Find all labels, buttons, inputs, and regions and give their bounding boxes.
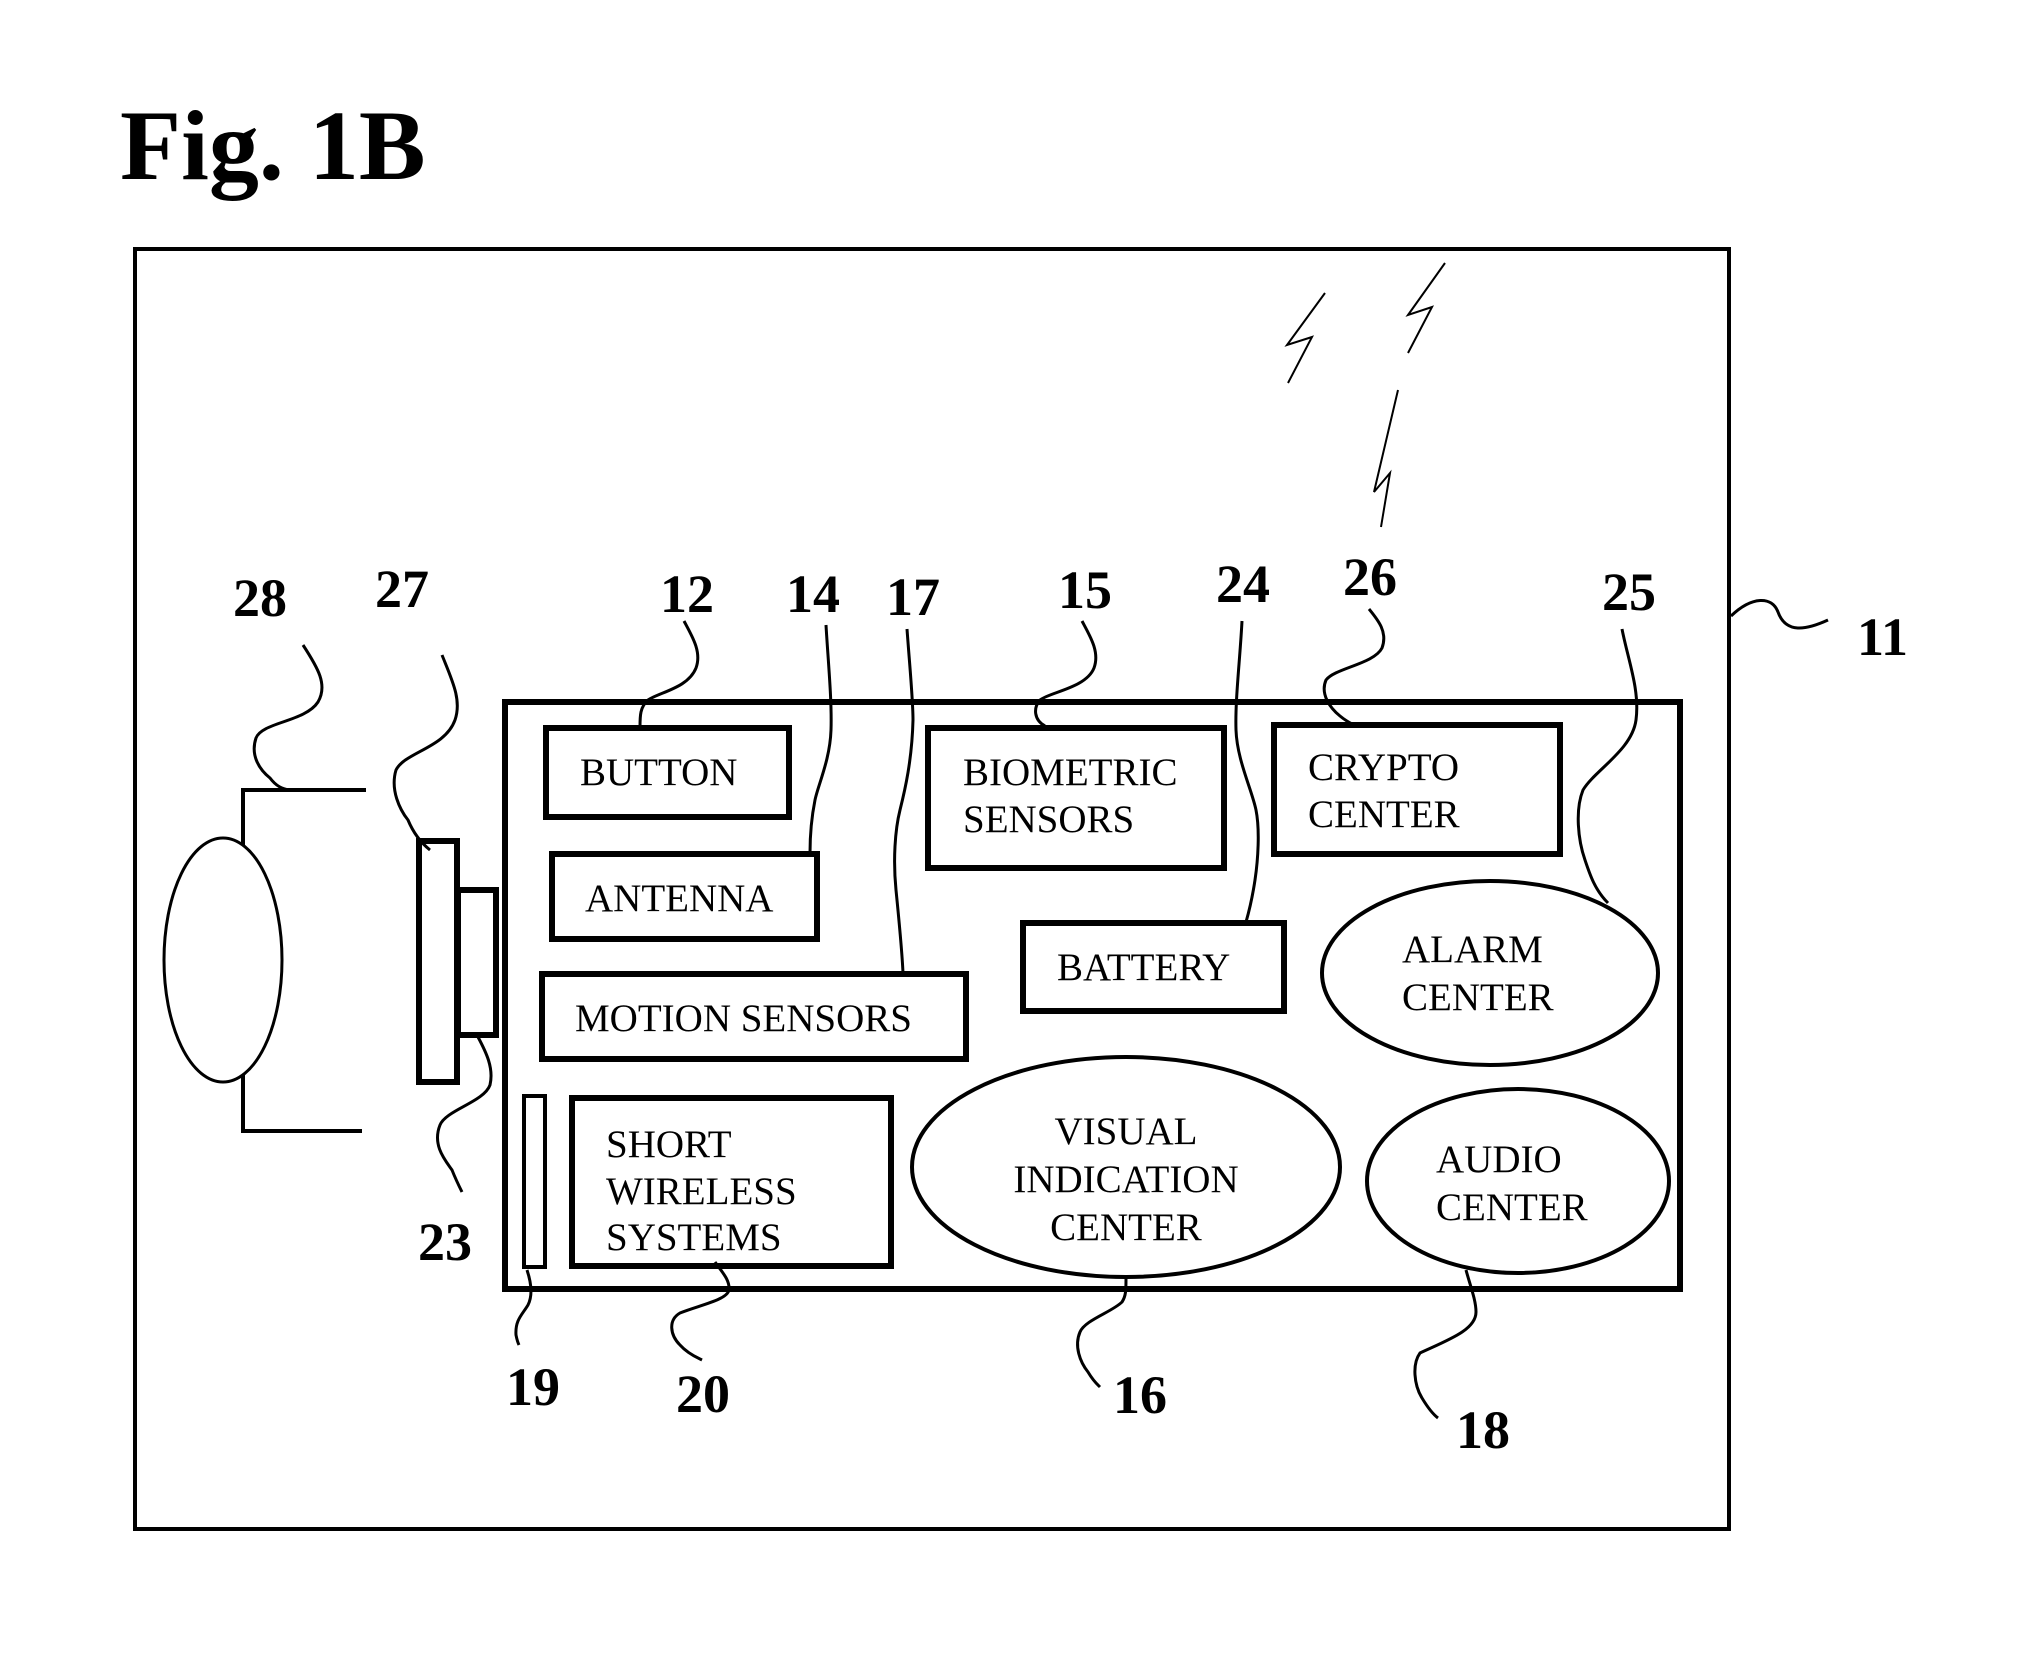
- ref-25: 25: [1602, 562, 1656, 622]
- component-crypto-center: CRYPTO CENTER: [1271, 722, 1563, 857]
- leader-15: [1034, 620, 1098, 728]
- short-wireless-label-line2: WIRELESS: [606, 1170, 797, 1213]
- audio-center-label-line1: AUDIO: [1436, 1138, 1562, 1181]
- ref-24: 24: [1216, 554, 1270, 614]
- leader-26: [1322, 608, 1386, 727]
- alarm-center-label-line2: CENTER: [1402, 976, 1554, 1019]
- signal-bolt-icon: [1373, 389, 1399, 528]
- leader-14: [808, 624, 833, 854]
- ref-28: 28: [233, 568, 287, 628]
- ref-19: 19: [506, 1357, 560, 1417]
- crypto-center-label-line1: CRYPTO: [1308, 746, 1459, 789]
- audio-center-ellipse: [1365, 1087, 1671, 1275]
- leader-18: [1413, 1269, 1478, 1420]
- leader-25: [1576, 628, 1639, 905]
- visual-indication-label-line3: CENTER: [1050, 1206, 1202, 1249]
- battery-label: BATTERY: [1057, 946, 1230, 989]
- short-wireless-label-line1: SHORT: [606, 1123, 732, 1166]
- visual-indication-label-line1: VISUAL: [1055, 1110, 1198, 1153]
- component-motion-sensors: MOTION SENSORS: [539, 971, 969, 1062]
- ref-23: 23: [418, 1212, 472, 1272]
- mount-plate: [416, 838, 460, 1085]
- signal-bolt-icon: [1284, 292, 1326, 384]
- strap-bracket-bottom: [241, 1075, 362, 1133]
- outer-enclosure: [133, 247, 1731, 1531]
- figure-canvas: Fig. 1B 11 28 27 23 19 BUTTON 12 ANTENNA…: [120, 90, 1908, 1531]
- ref-27: 27: [375, 559, 429, 619]
- ref-12: 12: [660, 564, 714, 624]
- component-battery: BATTERY: [1020, 920, 1287, 1014]
- leader-17: [893, 628, 915, 974]
- side-strip: [522, 1094, 547, 1269]
- motion-sensors-label: MOTION SENSORS: [575, 997, 912, 1040]
- leader-11: [1729, 599, 1829, 630]
- ref-15: 15: [1058, 560, 1112, 620]
- leader-23: [436, 1036, 493, 1193]
- leader-28: [252, 644, 324, 792]
- leader-24: [1234, 620, 1260, 923]
- alarm-center-ellipse: [1320, 879, 1660, 1067]
- leader-19: [514, 1269, 533, 1346]
- ref-17: 17: [886, 567, 940, 627]
- signal-bolt-icon: [1405, 262, 1446, 354]
- component-audio-center: AUDIO CENTER: [1365, 1087, 1671, 1275]
- alarm-center-label-line1: ALARM: [1402, 928, 1543, 971]
- leader-27: [392, 654, 459, 852]
- ref-14: 14: [786, 564, 840, 624]
- biometric-sensors-label-line2: SENSORS: [963, 798, 1134, 841]
- component-biometric-sensors: BIOMETRIC SENSORS: [925, 725, 1227, 871]
- strap-bracket-top: [241, 788, 366, 845]
- short-wireless-label-line3: SYSTEMS: [606, 1216, 782, 1259]
- component-alarm-center: ALARM CENTER: [1320, 879, 1660, 1067]
- biometric-sensors-label-line1: BIOMETRIC: [963, 751, 1178, 794]
- antenna-label: ANTENNA: [585, 877, 773, 920]
- component-button: BUTTON: [543, 725, 792, 820]
- ref-26: 26: [1343, 547, 1397, 607]
- ref-16: 16: [1113, 1365, 1167, 1425]
- leader-20: [670, 1261, 731, 1362]
- audio-center-label-line2: CENTER: [1436, 1186, 1588, 1229]
- crypto-center-label-line2: CENTER: [1308, 793, 1460, 836]
- ref-18: 18: [1456, 1400, 1510, 1460]
- strap-loop-ellipse: [162, 836, 284, 1084]
- component-short-wireless-systems: SHORT WIRELESS SYSTEMS: [569, 1095, 894, 1269]
- figure-title: Fig. 1B: [120, 90, 426, 201]
- component-visual-indication-center: VISUAL INDICATION CENTER: [910, 1055, 1342, 1279]
- connector: [455, 887, 499, 1038]
- visual-indication-label-line2: INDICATION: [1013, 1158, 1238, 1201]
- button-label: BUTTON: [580, 751, 737, 794]
- leader-12: [638, 620, 700, 728]
- component-antenna: ANTENNA: [549, 851, 820, 942]
- ref-20: 20: [676, 1364, 730, 1424]
- ref-11: 11: [1857, 607, 1908, 667]
